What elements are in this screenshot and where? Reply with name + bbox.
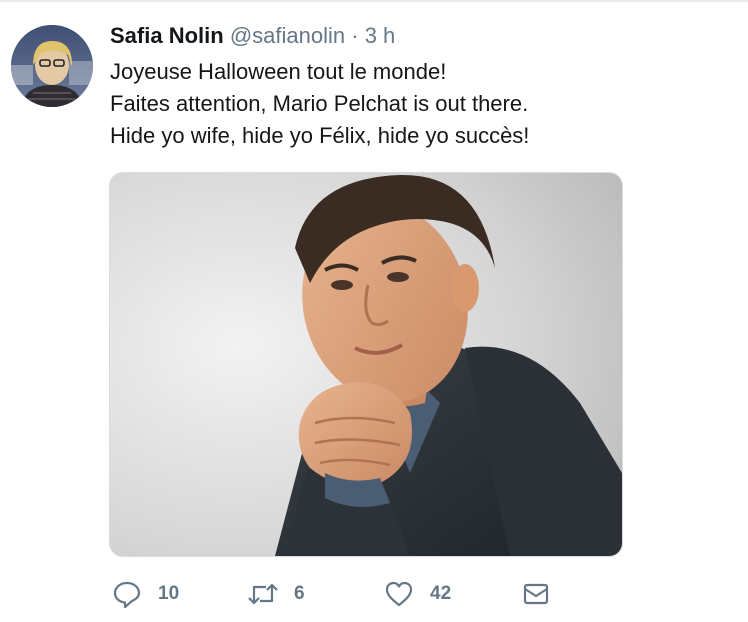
tweet-text: Joyeuse Halloween tout le monde! Faites … — [110, 56, 730, 152]
like-count: 42 — [430, 583, 452, 604]
tweet-text-line: Faites attention, Mario Pelchat is out t… — [110, 91, 529, 116]
reply-button[interactable]: 10 — [112, 577, 179, 611]
tweet: Safia Nolin @safianolin · 3 h Joyeuse Ha… — [0, 0, 748, 622]
author-name[interactable]: Safia Nolin — [110, 23, 224, 48]
author-handle[interactable]: @safianolin — [230, 23, 345, 48]
like-button[interactable]: 42 — [384, 577, 451, 611]
tweet-text-line: Hide yo wife, hide yo Félix, hide yo suc… — [110, 123, 530, 148]
tweet-header: Safia Nolin @safianolin · 3 h — [110, 22, 395, 50]
direct-message-button[interactable] — [522, 577, 550, 611]
separator-dot: · — [351, 23, 359, 48]
reply-count: 10 — [158, 583, 180, 604]
timestamp[interactable]: 3 h — [365, 23, 396, 48]
heart-icon[interactable] — [384, 579, 414, 609]
avatar[interactable] — [11, 25, 93, 107]
tweet-text-line: Joyeuse Halloween tout le monde! — [110, 59, 447, 84]
tweet-photo[interactable] — [109, 172, 623, 557]
retweet-icon[interactable] — [246, 579, 280, 609]
envelope-icon[interactable] — [522, 579, 550, 609]
reply-icon[interactable] — [112, 579, 142, 609]
tweet-actions: 10 6 42 — [112, 577, 572, 613]
retweet-count: 6 — [294, 583, 305, 604]
retweet-button[interactable]: 6 — [246, 577, 305, 611]
